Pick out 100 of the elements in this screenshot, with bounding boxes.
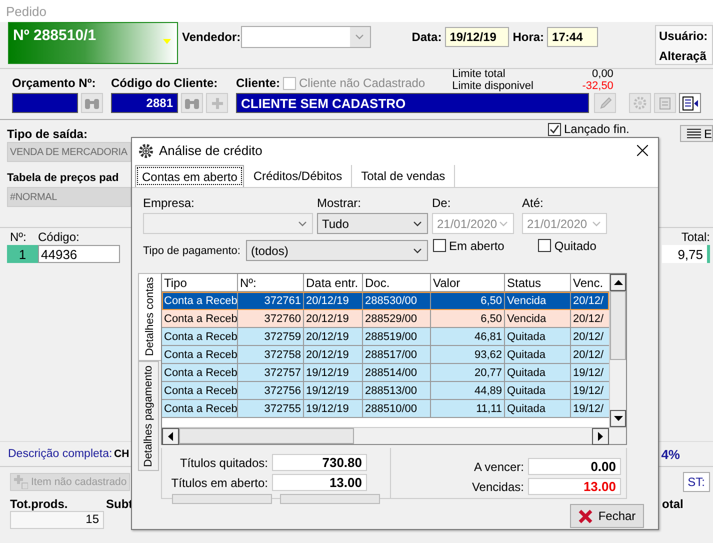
checkbox[interactable] xyxy=(548,122,561,136)
show-dropdown[interactable]: Tudo xyxy=(317,213,428,234)
table-row[interactable]: Conta a Receb 372756 19/12/19 288513/00 44,89 Quitada 19/12/ xyxy=(162,382,610,400)
lines-icon xyxy=(687,128,701,139)
tab[interactable]: Contas em aberto xyxy=(135,165,244,187)
table-cell: 1 xyxy=(7,245,38,263)
search-button[interactable] xyxy=(81,93,103,113)
table-cell: 372755 xyxy=(238,400,304,418)
window-title: Pedido xyxy=(6,4,46,18)
column-header: Nº: xyxy=(9,230,28,244)
table-cell: Conta a Receb xyxy=(162,400,238,418)
field-label: Tipo de pagamento: xyxy=(143,244,242,256)
checkbox-label: Cliente não Cadastrado xyxy=(299,76,426,90)
right-arrow-icon xyxy=(598,432,603,441)
table-row[interactable]: Conta a Receb 372761 20/12/19 288530/00 6,50 Vencida 20/12/ xyxy=(162,292,610,310)
panel-button[interactable] xyxy=(172,494,272,504)
close-icon[interactable] xyxy=(637,145,648,156)
chevron-down-icon xyxy=(413,248,422,254)
add-button[interactable] xyxy=(206,93,228,113)
toolbar-button[interactable] xyxy=(679,93,701,113)
field-label: Vendedor: xyxy=(182,30,241,44)
table-row[interactable]: Conta a Receb 372757 19/12/19 288514/00 20,77 Quitada 19/12/ xyxy=(162,364,610,382)
summary-value: 0.00 xyxy=(528,458,621,475)
table-cell: Quitada xyxy=(505,400,571,418)
field-label: Descrição completa: xyxy=(8,448,114,460)
summary-label: Vencidas: xyxy=(470,480,525,494)
checkbox-label: Em aberto xyxy=(449,238,504,252)
summary-label: A vencer: xyxy=(472,460,525,474)
dialog-title: Análise de crédito xyxy=(159,143,262,158)
checkbox[interactable] xyxy=(538,239,552,252)
column-header: Código: xyxy=(38,230,80,244)
summary-label: Títulos em aberto: xyxy=(170,476,269,490)
checkbox[interactable] xyxy=(433,239,446,252)
vertical-tab[interactable]: Detalhes contas xyxy=(138,273,161,361)
field-label: Mostrar: xyxy=(317,196,362,210)
field-label: Hora: xyxy=(512,30,544,44)
price-table-field[interactable]: #NORMAL xyxy=(7,187,131,207)
field-label: Data: xyxy=(412,30,442,44)
code-field[interactable]: 44936 xyxy=(38,245,120,263)
seller-dropdown[interactable] xyxy=(240,26,371,48)
limit-value: -32,50 xyxy=(581,80,614,92)
client-code-field[interactable]: 2881 xyxy=(111,93,178,113)
date-picker[interactable]: 21/01/2020 xyxy=(522,213,607,234)
field-label: De: xyxy=(432,196,452,210)
scrollbar[interactable] xyxy=(162,427,626,444)
chevron-down-icon xyxy=(413,220,422,226)
add-item-icon xyxy=(14,475,28,489)
date-picker[interactable]: 21/01/2020 xyxy=(432,213,514,234)
summary-label: Títulos quitados: xyxy=(178,456,269,470)
checkbox-label: Quitado xyxy=(554,238,596,252)
exit-type-field[interactable]: VENDA DE MERCADORIA xyxy=(7,142,131,162)
list-icon xyxy=(682,96,698,110)
summary-value: 730.80 xyxy=(272,454,367,471)
table-cell: 11,11 xyxy=(431,400,505,418)
pencil-icon xyxy=(598,96,612,110)
panel-button[interactable] xyxy=(280,494,380,504)
description-value: CH xyxy=(114,448,130,460)
vertical-tab[interactable]: Detalhes pagamento xyxy=(138,361,159,471)
company-dropdown[interactable] xyxy=(143,213,313,234)
summary-value: 13.00 xyxy=(528,478,621,495)
table-row[interactable]: Conta a Receb 372759 20/12/19 288519/00 46,81 Quitada 20/12/ xyxy=(162,328,610,346)
table-row[interactable]: Conta a Receb 372758 20/12/19 288517/00 93,62 Quitada 20/12/ xyxy=(162,346,610,364)
left-arrow-icon xyxy=(168,432,173,441)
client-name-field[interactable]: CLIENTE SEM CADASTRO xyxy=(236,93,589,113)
field-label: Tabela de preços pad xyxy=(7,172,119,186)
column-header: Tot.prods. xyxy=(10,497,69,511)
payment-type-dropdown[interactable]: (todos) xyxy=(246,240,428,261)
scrollbar[interactable] xyxy=(609,274,626,427)
side-button[interactable]: E xyxy=(680,125,713,142)
column-header: Total: xyxy=(681,230,710,244)
discount-value: 4% xyxy=(661,446,680,462)
date-field[interactable]: 19/12/19 xyxy=(444,27,509,47)
binoculars-icon xyxy=(84,96,100,110)
field-label: Código do Cliente: xyxy=(111,76,219,90)
limit-label: Limite disponivel xyxy=(452,80,534,92)
chevron-down-icon xyxy=(355,34,364,40)
search-button[interactable] xyxy=(181,93,203,113)
down-arrow-icon xyxy=(614,416,623,421)
scrollbar-thumb[interactable] xyxy=(179,428,354,444)
st-button[interactable]: ST: xyxy=(682,472,710,492)
edit-button[interactable] xyxy=(594,93,616,113)
time-field[interactable]: 17:44 xyxy=(547,27,598,47)
order-number: Nº 288510/1 xyxy=(13,27,96,46)
chevron-down-icon xyxy=(298,220,307,226)
table-row[interactable]: Conta a Receb 372760 20/12/19 288529/00 6,50 Vencida 20/12/ xyxy=(162,310,610,328)
binoculars-icon xyxy=(184,96,200,110)
field-label: Usuário: xyxy=(659,29,709,43)
gear-icon xyxy=(633,96,647,110)
column-header: otal xyxy=(662,497,684,511)
table-row[interactable]: Conta a Receb 372755 19/12/19 288510/00 11,11 Quitada 19/12/ xyxy=(162,400,610,418)
field-label: Tipo de saída: xyxy=(7,127,88,141)
field-label: Orçamento Nº: xyxy=(12,76,97,90)
scrollbar-thumb[interactable] xyxy=(610,291,626,360)
budget-field[interactable] xyxy=(12,93,78,113)
column-header: Subt xyxy=(106,497,134,511)
total-products-field: 15 xyxy=(10,511,104,529)
user-value: Alteraçã xyxy=(659,49,708,63)
up-arrow-icon xyxy=(614,280,623,285)
close-button[interactable]: Fechar xyxy=(570,504,644,528)
chevron-down-icon xyxy=(592,220,601,226)
